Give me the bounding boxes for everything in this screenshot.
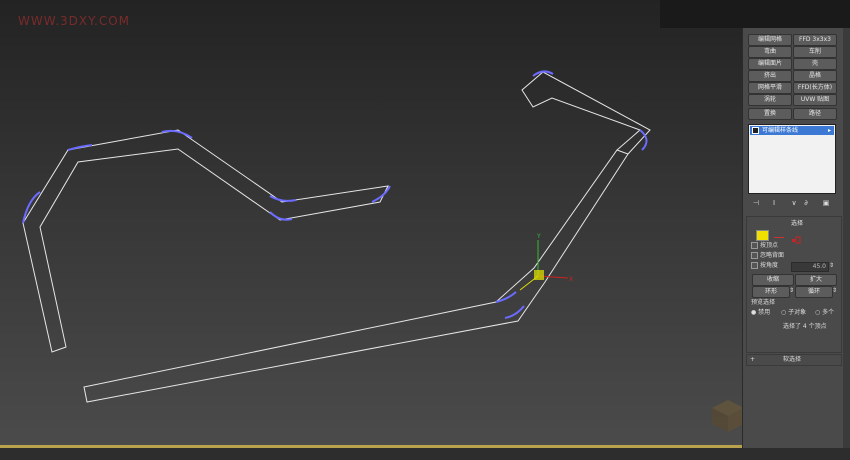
by-angle-option[interactable]: 按角度 [751,262,778,270]
modifier-button[interactable]: 网格平滑 [748,82,792,94]
modifier-button[interactable]: 车削 [793,46,837,58]
selection-status: 选择了 4 个顶点 [783,323,827,330]
grow-button[interactable]: 扩大 [795,274,837,286]
modifier-button[interactable]: 编辑网格 [748,34,792,46]
spline-hook [521,71,651,155]
ignore-backface-label: 忽略背面 [760,252,785,259]
modifier-button[interactable]: 编辑面片 [748,58,792,70]
pin-stack-icon[interactable]: ⊣ [751,199,761,208]
logo-watermark-icon [712,400,742,432]
checkbox-icon[interactable] [751,242,758,249]
selection-rollout-title[interactable]: 选择 [751,219,843,228]
preview-option-multi-label: 多个 [822,309,835,316]
show-end-result-icon[interactable]: Ⅰ [769,199,779,208]
configure-sets-icon[interactable]: ▣ [821,199,831,208]
modifier-stack-item[interactable]: 可编辑样条线 ▸ [750,126,834,135]
angle-value: 45.0 [812,263,826,270]
modifier-button[interactable]: 弯曲 [748,46,792,58]
modifier-stack-list[interactable]: 可编辑样条线 ▸ [748,124,836,194]
watermark-text: WWW.3DXY.COM [18,14,131,28]
preview-option-multi[interactable]: ○ 多个 [815,309,834,317]
ignore-backface-option[interactable]: 忽略背面 [751,252,784,260]
selection-rollout: 选择 按顶点 忽略背面 按角度 45.0 ⇕ 收缩 扩大 环形 ⇕ 循环 ⇕ 预… [746,216,842,353]
modifier-button[interactable]: UVW 贴图 [793,94,837,106]
soft-selection-title: 软选择 [783,356,802,363]
preview-option-off-label: 禁用 [758,309,771,316]
spline-shapes: Y X [22,70,742,432]
angle-input[interactable]: 45.0 [791,262,829,272]
bulb-icon[interactable] [752,127,759,134]
make-unique-icon[interactable]: ∨ [789,199,799,208]
spinner-icon[interactable]: ⇕ [789,287,794,295]
svg-text:Y: Y [536,233,541,240]
modifier-button[interactable]: 涡轮 [748,94,792,106]
modifier-button[interactable]: 挤出 [748,70,792,82]
spline-right [83,149,629,403]
segment-mode-icon[interactable] [773,232,787,238]
spinner-icon[interactable]: ⇕ [829,262,834,270]
transform-gizmo[interactable]: Y X [519,233,573,291]
vertex-mode-icon[interactable] [756,230,769,241]
modifier-button[interactable]: 路径 [793,108,837,120]
command-panel: 编辑网格 FFD 3x3x3 弯曲 车削 编辑面片 壳 挤出 晶格 网格平滑 F… [742,28,850,448]
by-vertex-label: 按顶点 [760,242,779,249]
checkbox-icon[interactable] [751,252,758,259]
preview-option-off[interactable]: ● 禁用 [751,309,770,317]
ring-button[interactable]: 环形 [752,286,790,298]
modifier-button[interactable]: FFD 3x3x3 [793,34,837,46]
svg-text:X: X [569,276,573,283]
preview-option-subobject[interactable]: ○ 子对象 [781,309,806,317]
remove-modifier-icon[interactable]: ∂ [801,199,811,208]
soft-selection-rollout[interactable]: + 软选择 [746,354,842,366]
viewport-perspective[interactable]: Y X WWW.3DXY.COM [0,0,742,448]
modifier-button[interactable]: FFD(长方体) [793,82,837,94]
modifier-button[interactable]: 壳 [793,58,837,70]
preview-option-subobject-label: 子对象 [788,309,807,316]
by-angle-label: 按角度 [760,262,779,269]
expand-arrow-icon[interactable]: ▸ [828,126,831,135]
spinner-icon[interactable]: ⇕ [832,287,837,295]
expand-icon[interactable]: + [750,356,755,364]
selected-segment [67,144,93,151]
by-vertex-option[interactable]: 按顶点 [751,242,778,250]
spline-mode-icon[interactable] [791,230,801,244]
spline-left [22,129,389,353]
modifier-button[interactable]: 晶格 [793,70,837,82]
checkbox-icon[interactable] [751,262,758,269]
modifier-stack-item-label: 可编辑样条线 [762,127,799,134]
panel-scrollbar[interactable] [843,28,850,448]
timeline-strip[interactable] [0,448,850,460]
toolbar-area [660,0,850,28]
shrink-button[interactable]: 收缩 [752,274,794,286]
preview-selection-title: 预览选择 [751,299,776,306]
modifier-button[interactable]: 置换 [748,108,792,120]
loop-button[interactable]: 循环 [795,286,833,298]
